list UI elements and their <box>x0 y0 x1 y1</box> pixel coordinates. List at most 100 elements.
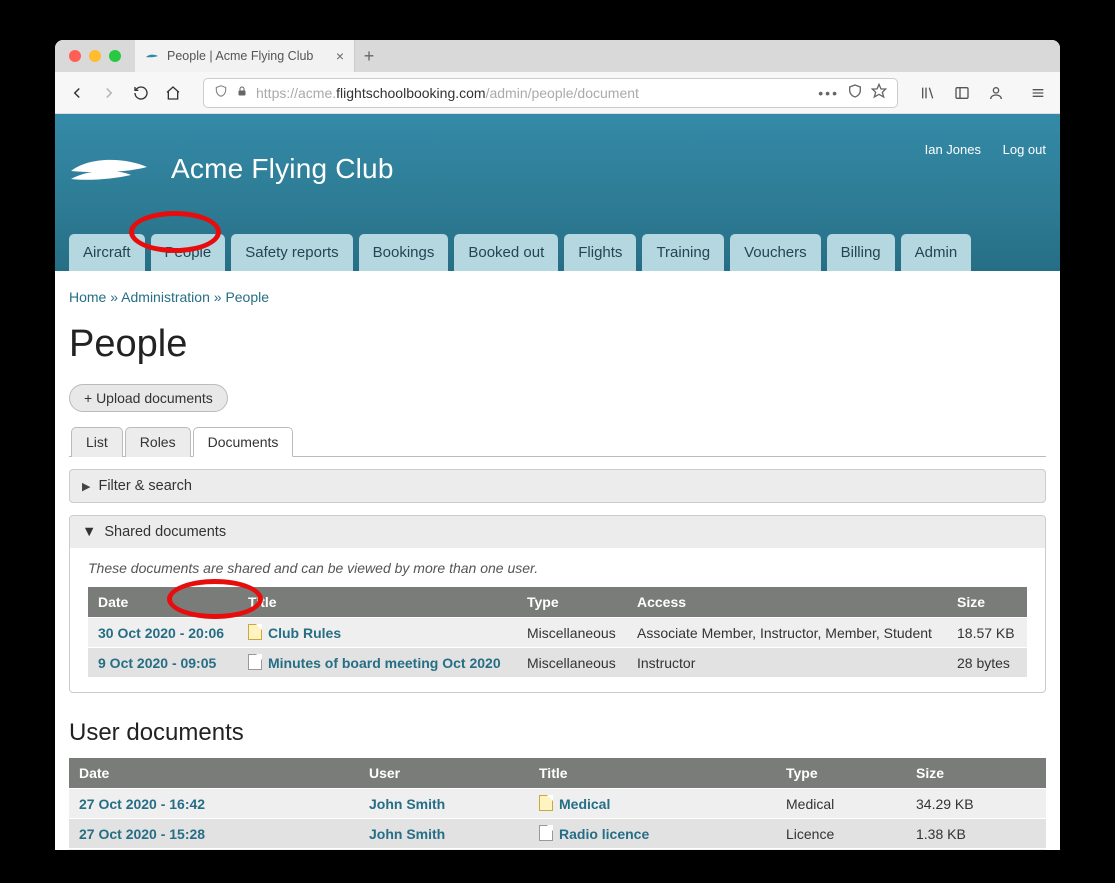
row-size: 28 bytes <box>947 648 1027 677</box>
col-title: Title <box>529 758 776 788</box>
crumb-admin[interactable]: Administration <box>121 289 210 305</box>
row-title-link[interactable]: Club Rules <box>268 625 341 641</box>
logo-icon <box>69 151 149 187</box>
browser-tab-title: People | Acme Flying Club <box>167 49 313 63</box>
col-title: Title <box>238 587 517 617</box>
row-user-link[interactable]: John Smith <box>369 826 445 842</box>
row-size: 1.38 KB <box>906 819 1046 848</box>
shared-heading: Shared documents <box>104 524 226 540</box>
nav-vouchers[interactable]: Vouchers <box>730 234 821 271</box>
home-button[interactable] <box>163 83 183 103</box>
nav-safety-reports[interactable]: Safety reports <box>231 234 352 271</box>
close-tab-icon[interactable]: × <box>336 48 344 64</box>
reload-button[interactable] <box>131 83 151 103</box>
shared-note: These documents are shared and can be vi… <box>70 548 1045 586</box>
forward-button[interactable] <box>99 83 119 103</box>
row-date-link[interactable]: 27 Oct 2020 - 16:42 <box>79 796 205 812</box>
nav-flights[interactable]: Flights <box>564 234 636 271</box>
document-icon <box>248 654 262 670</box>
col-type: Type <box>517 587 627 617</box>
club-name: Acme Flying Club <box>171 153 394 185</box>
primary-nav: Aircraft People Safety reports Bookings … <box>69 204 1046 271</box>
browser-window: People | Acme Flying Club × + https://ac… <box>55 40 1060 850</box>
account-icon[interactable] <box>986 83 1006 103</box>
row-date-link[interactable]: 27 Oct 2020 - 15:28 <box>79 826 205 842</box>
nav-booked-out[interactable]: Booked out <box>454 234 558 271</box>
col-user: User <box>359 758 529 788</box>
subtab-list[interactable]: List <box>71 427 123 457</box>
user-nav: Ian Jones Log out <box>907 142 1046 157</box>
browser-toolbar: https://acme.flightschoolbooking.com/adm… <box>55 72 1060 114</box>
nav-people[interactable]: People <box>151 234 226 271</box>
logout-link[interactable]: Log out <box>1003 142 1046 157</box>
row-user-link[interactable]: John Smith <box>369 796 445 812</box>
page-title: People <box>69 323 1046 366</box>
table-row: 9 Oct 2020 - 09:05 Minutes of board meet… <box>88 648 1027 677</box>
library-icon[interactable] <box>918 83 938 103</box>
row-type: Licence <box>776 819 906 848</box>
zoom-window-icon[interactable] <box>109 50 121 62</box>
row-type: Miscellaneous <box>517 618 627 647</box>
breadcrumb: Home » Administration » People <box>69 285 1046 323</box>
upload-documents-button[interactable]: + Upload documents <box>69 384 228 412</box>
shared-documents-section: ▼ Shared documents These documents are s… <box>69 515 1046 693</box>
subtabs: List Roles Documents <box>69 426 1046 457</box>
window-controls <box>55 50 135 62</box>
document-icon <box>248 624 262 640</box>
browser-tab[interactable]: People | Acme Flying Club × <box>135 40 355 72</box>
bookmark-icon[interactable] <box>871 83 887 102</box>
row-date-link[interactable]: 30 Oct 2020 - 20:06 <box>98 625 224 641</box>
row-date-link[interactable]: 9 Oct 2020 - 09:05 <box>98 655 216 671</box>
col-size: Size <box>906 758 1046 788</box>
crumb-people[interactable]: People <box>225 289 269 305</box>
user-documents-heading: User documents <box>69 719 1046 747</box>
lock-icon <box>236 84 248 101</box>
col-date: Date <box>88 587 238 617</box>
row-access: Associate Member, Instructor, Member, St… <box>627 618 947 647</box>
table-row: 27 Oct 2020 - 16:42 John Smith Medical M… <box>69 789 1046 818</box>
row-size: 34.29 KB <box>906 789 1046 818</box>
col-date: Date <box>69 758 359 788</box>
new-tab-button[interactable]: + <box>355 46 383 67</box>
site-header: Acme Flying Club Ian Jones Log out Aircr… <box>55 114 1060 271</box>
row-title-link[interactable]: Minutes of board meeting Oct 2020 <box>268 655 501 671</box>
row-size: 1.38 KB <box>906 849 1046 850</box>
row-type: Licence <box>776 849 906 850</box>
url-text: https://acme.flightschoolbooking.com/adm… <box>256 85 810 101</box>
nav-aircraft[interactable]: Aircraft <box>69 234 145 271</box>
shared-documents-header[interactable]: ▼ Shared documents <box>70 516 1045 548</box>
shield-icon <box>214 84 228 101</box>
back-button[interactable] <box>67 83 87 103</box>
row-title-link[interactable]: Radio licence <box>559 826 649 842</box>
subtab-documents[interactable]: Documents <box>193 427 294 457</box>
readerview-icon[interactable] <box>847 83 863 102</box>
menu-icon[interactable] <box>1028 83 1048 103</box>
table-row: 27 Oct 2020 - 15:28 John Smith Radio lic… <box>69 819 1046 848</box>
close-window-icon[interactable] <box>69 50 81 62</box>
page-content: Home » Administration » People People + … <box>55 271 1060 850</box>
nav-admin[interactable]: Admin <box>901 234 972 271</box>
more-icon[interactable]: ••• <box>818 85 839 101</box>
url-bar[interactable]: https://acme.flightschoolbooking.com/adm… <box>203 78 898 108</box>
subtab-roles[interactable]: Roles <box>125 427 191 457</box>
minimize-window-icon[interactable] <box>89 50 101 62</box>
row-type: Medical <box>776 789 906 818</box>
nav-billing[interactable]: Billing <box>827 234 895 271</box>
nav-bookings[interactable]: Bookings <box>359 234 449 271</box>
nav-training[interactable]: Training <box>642 234 724 271</box>
crumb-home[interactable]: Home <box>69 289 106 305</box>
toolbar-right <box>918 83 1048 103</box>
row-access: Instructor <box>627 648 947 677</box>
col-size: Size <box>947 587 1027 617</box>
tab-strip: People | Acme Flying Club × + <box>55 40 1060 72</box>
chevron-down-icon: ▼ <box>82 524 96 540</box>
row-title-link[interactable]: Medical <box>559 796 610 812</box>
sidebar-icon[interactable] <box>952 83 972 103</box>
table-row: 27 Oct 2020 - 15:27 John Smith Pilots li… <box>69 849 1046 850</box>
filter-search-panel[interactable]: ▶ Filter & search <box>69 469 1046 503</box>
col-access: Access <box>627 587 947 617</box>
favicon-icon <box>145 49 159 63</box>
chevron-right-icon: ▶ <box>82 480 90 493</box>
user-link[interactable]: Ian Jones <box>925 142 981 157</box>
page-viewport: Acme Flying Club Ian Jones Log out Aircr… <box>55 114 1060 850</box>
